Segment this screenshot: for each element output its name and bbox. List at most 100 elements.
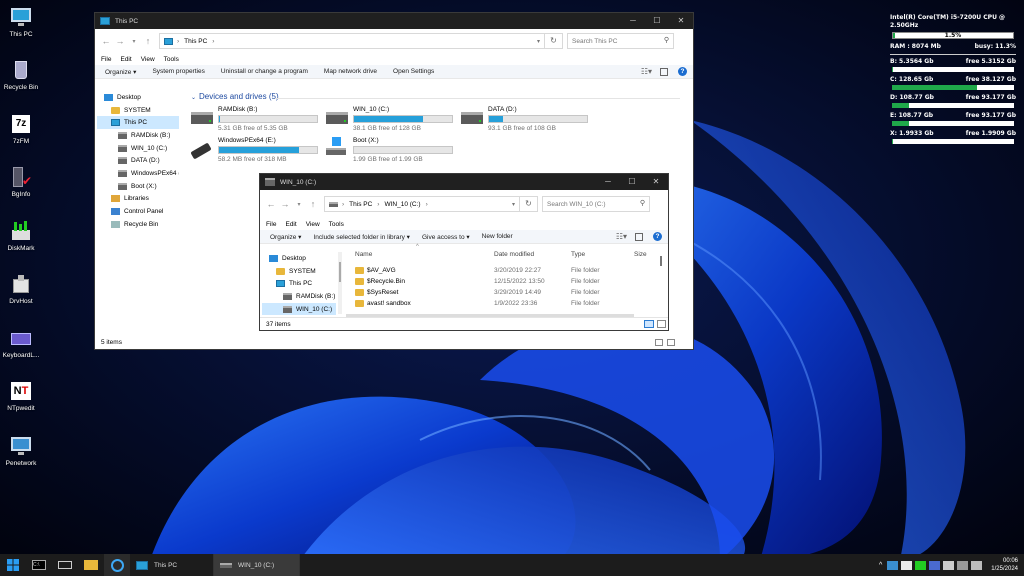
taskbar-task-this-pc[interactable]: This PC xyxy=(130,554,214,576)
forward-arrow-icon[interactable]: → xyxy=(278,199,292,209)
uninstall-program-button[interactable]: Uninstall or change a program xyxy=(221,68,308,75)
menu-view[interactable]: View xyxy=(141,56,155,63)
view-options-icon[interactable]: ☷▾ xyxy=(641,67,652,76)
file-name-cell[interactable]: $AV_AVG xyxy=(355,265,396,276)
nav-item-boot-x[interactable]: Boot (X:) xyxy=(97,180,179,193)
nav-item-system[interactable]: SYSTEM xyxy=(97,104,179,117)
network-icon[interactable] xyxy=(887,560,899,570)
nav-item-desktop[interactable]: Desktop xyxy=(97,91,179,104)
nav-item-win-10-c[interactable]: WIN_10 (C:) xyxy=(97,142,179,155)
menu-edit[interactable]: Edit xyxy=(120,56,131,63)
chevron-up-icon[interactable]: ^ xyxy=(879,562,882,569)
menu-view[interactable]: View xyxy=(306,221,320,228)
drive-tile[interactable]: Boot (X:) 1.99 GB free of 1.99 GB xyxy=(326,137,456,163)
taskbar-explorer-button[interactable] xyxy=(78,554,104,576)
desktop-icon-bginfo[interactable]: ✔ BgInfo xyxy=(2,166,40,198)
map-network-drive-button[interactable]: Map network drive xyxy=(324,68,377,75)
win10-c-titlebar[interactable]: WIN_10 (C:) ─ ☐ ✕ xyxy=(260,174,668,190)
drive-tile[interactable]: DATA (D:) 93.1 GB free of 108 GB xyxy=(461,106,591,132)
language-icon[interactable] xyxy=(957,560,969,570)
win10-c-window[interactable]: WIN_10 (C:) ─ ☐ ✕ ← → ▾ ↑ › This PC › WI… xyxy=(259,173,669,331)
search-input[interactable]: Search WIN_10 (C:) ⚲ xyxy=(542,196,650,212)
desktop-icon-recycle-bin[interactable]: Recycle Bin xyxy=(2,59,40,91)
chevron-down-icon[interactable]: ▾ xyxy=(537,38,540,45)
nav-scrollbar[interactable] xyxy=(338,252,342,314)
nav-item-desktop[interactable]: Desktop xyxy=(262,252,336,265)
file-name-cell[interactable]: avast! sandbox xyxy=(355,298,411,309)
section-header-devices[interactable]: ⌄ Devices and drives (5) xyxy=(191,92,279,101)
clock[interactable]: 00:06 1/25/2024 xyxy=(991,557,1018,573)
file-name-cell[interactable]: $SysReset xyxy=(355,287,398,298)
minimize-icon[interactable]: ─ xyxy=(621,13,645,29)
desktop-icon-diskmark[interactable]: DiskMark xyxy=(2,220,40,252)
nav-item-this-pc[interactable]: This PC xyxy=(97,116,179,130)
shield-icon[interactable] xyxy=(915,560,927,570)
preview-pane-icon[interactable] xyxy=(660,67,668,76)
taskbar-task-win10[interactable]: WIN_10 (C:) xyxy=(214,554,300,576)
drive-tile[interactable]: RAMDisk (B:) 5.31 GB free of 5.35 GB xyxy=(191,106,321,132)
close-icon[interactable]: ✕ xyxy=(669,13,693,29)
help-icon[interactable]: ? xyxy=(653,232,662,241)
desktop-icon-drvhost[interactable]: DrvHost xyxy=(2,273,40,305)
taskbar-app-button[interactable] xyxy=(104,554,130,576)
column-type[interactable]: Type xyxy=(571,251,585,258)
organize-button[interactable]: Organize ▾ xyxy=(270,233,301,241)
column-date-modified[interactable]: Date modified xyxy=(494,251,534,258)
desktop-icon-this-pc[interactable]: This PC xyxy=(2,6,40,38)
refresh-icon[interactable]: ↻ xyxy=(545,33,563,49)
refresh-icon[interactable]: ↻ xyxy=(520,196,538,212)
nav-item-ramdisk-b[interactable]: RAMDisk (B:) xyxy=(97,129,179,142)
view-options-icon[interactable]: ☷▾ xyxy=(616,232,627,241)
tiles-view-icon[interactable] xyxy=(667,339,675,346)
address-bar[interactable]: › This PC › WIN_10 (C:) › ▾ xyxy=(324,196,520,212)
monitor-icon[interactable] xyxy=(943,560,955,570)
column-size[interactable]: Size xyxy=(634,251,647,258)
nav-item-ramdisk-b[interactable]: RAMDisk (B:) xyxy=(262,290,336,303)
nav-item-control-panel[interactable]: Control Panel xyxy=(97,205,179,218)
details-view-icon[interactable] xyxy=(655,339,663,346)
drive-tile[interactable]: WIN_10 (C:) 38.1 GB free of 128 GB xyxy=(326,106,456,132)
address-bar[interactable]: › This PC › ▾ xyxy=(159,33,545,49)
forward-arrow-icon[interactable]: → xyxy=(113,36,127,46)
recent-chevron-icon[interactable]: ▾ xyxy=(292,201,306,208)
tiles-view-icon[interactable] xyxy=(657,320,666,328)
details-view-icon[interactable] xyxy=(644,320,654,328)
menu-file[interactable]: File xyxy=(266,221,276,228)
desktop-icon-7zfm[interactable]: 7z 7zFM xyxy=(2,113,40,145)
back-arrow-icon[interactable]: ← xyxy=(264,199,278,209)
breadcrumb-this-pc[interactable]: This PC xyxy=(184,38,207,45)
taskbar-cmd-button[interactable]: C:\ xyxy=(26,554,52,576)
nav-item-libraries[interactable]: Libraries xyxy=(97,193,179,206)
open-settings-button[interactable]: Open Settings xyxy=(393,68,434,75)
recent-chevron-icon[interactable]: ▾ xyxy=(127,38,141,45)
organize-button[interactable]: Organize ▾ xyxy=(105,68,136,76)
give-access-button[interactable]: Give access to ▾ xyxy=(422,233,470,241)
nav-item-windowspex64-e[interactable]: WindowsPEx64 (E:) xyxy=(97,167,179,180)
maximize-icon[interactable]: ☐ xyxy=(645,13,669,29)
chevron-down-icon[interactable]: ▾ xyxy=(512,201,515,208)
nav-item-this-pc[interactable]: This PC xyxy=(262,277,336,290)
help-icon[interactable]: ? xyxy=(678,67,687,76)
menu-tools[interactable]: Tools xyxy=(164,56,179,63)
nav-item-win-10-c[interactable]: WIN_10 (C:) xyxy=(262,302,336,316)
maximize-icon[interactable]: ☐ xyxy=(620,174,644,190)
drive-tile[interactable]: WindowsPEx64 (E:) 58.2 MB free of 318 MB xyxy=(190,137,321,163)
list-scrollbar-thumb[interactable] xyxy=(660,256,662,266)
nav-item-system[interactable]: SYSTEM xyxy=(262,265,336,278)
up-arrow-icon[interactable]: ↑ xyxy=(141,36,155,46)
desktop-icon-keyboard[interactable]: KeyboardL... xyxy=(2,327,40,359)
nav-item-data-d[interactable]: DATA (D:) xyxy=(97,154,179,167)
close-icon[interactable]: ✕ xyxy=(644,174,668,190)
menu-edit[interactable]: Edit xyxy=(285,221,296,228)
breadcrumb-this-pc[interactable]: This PC xyxy=(349,201,372,208)
menu-tools[interactable]: Tools xyxy=(329,221,344,228)
minimize-icon[interactable]: ─ xyxy=(596,174,620,190)
nav-item-recycle-bin[interactable]: Recycle Bin xyxy=(97,218,179,231)
back-arrow-icon[interactable]: ← xyxy=(99,36,113,46)
this-pc-titlebar[interactable]: This PC ─ ☐ ✕ xyxy=(95,13,693,29)
desktop-icon-ntpwedit[interactable]: NT NTpwedit xyxy=(2,380,40,412)
desktop-icon-penetwork[interactable]: Penetwork xyxy=(2,435,40,467)
search-input[interactable]: Search This PC ⚲ xyxy=(567,33,674,49)
file-name-cell[interactable]: $Recycle.Bin xyxy=(355,276,405,287)
include-in-library-button[interactable]: Include selected folder in library ▾ xyxy=(313,233,409,241)
